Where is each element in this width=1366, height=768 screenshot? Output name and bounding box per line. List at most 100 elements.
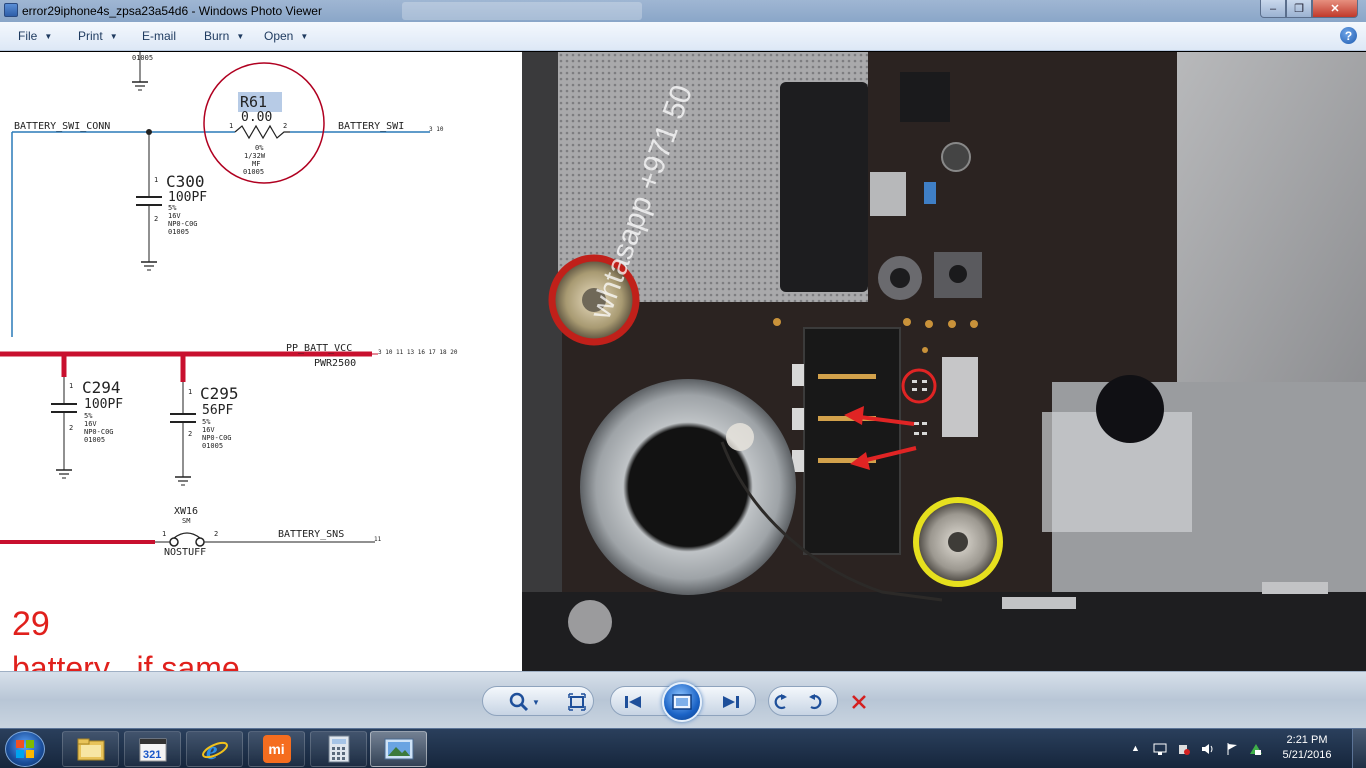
c300-value: 100PF — [168, 190, 208, 205]
actual-size-button[interactable] — [566, 691, 588, 713]
clock-date: 5/21/2016 — [1282, 749, 1332, 761]
show-hidden-icons[interactable]: ▲ — [1131, 743, 1145, 757]
board-photo: whtasapp +971 50 — [522, 52, 1366, 671]
r61-spec-tolerance: 0% — [255, 144, 264, 152]
clock-time: 2:21 PM — [1286, 734, 1328, 746]
menu-burn[interactable]: Burn ▼ — [204, 29, 244, 43]
media-player-icon: 321 — [139, 738, 166, 762]
zoom-button[interactable] — [508, 691, 530, 713]
minimize-button[interactable]: ‒ — [1260, 0, 1286, 18]
error-number: 29 — [12, 605, 50, 643]
volume-icon[interactable] — [1201, 742, 1215, 756]
viewer-nav-bar: ▼ — [0, 671, 1366, 728]
c294-value: 100PF — [84, 397, 124, 412]
background-window-ghost — [402, 2, 642, 20]
c295-pin2: 2 — [188, 430, 193, 438]
r61-spec-package: 01005 — [243, 168, 265, 176]
menu-open[interactable]: Open ▼ — [264, 29, 308, 43]
help-icon[interactable]: ? — [1340, 27, 1357, 44]
c300-spec-package: 01005 — [168, 228, 190, 236]
rotate-counterclockwise-button[interactable] — [770, 691, 792, 713]
c300-name: C300 — [166, 172, 205, 191]
taskbar-media-player[interactable]: 321 — [124, 731, 181, 767]
previous-button[interactable] — [622, 691, 644, 713]
magnifier-icon — [509, 692, 529, 712]
r61-spec-type: MF — [252, 160, 261, 168]
start-button[interactable] — [5, 731, 45, 767]
c295-spec-voltage: 16V — [202, 426, 215, 434]
chevron-down-icon: ▼ — [44, 31, 53, 41]
network-adapter-icon[interactable] — [1153, 742, 1167, 756]
mi-icon: mi — [262, 735, 291, 763]
schematic-region: 01005 R61 0.00 1 2 0% 1/32W MF 01005 BAT… — [0, 52, 522, 671]
c300-spec-voltage: 16V — [168, 212, 181, 220]
menu-email[interactable]: E-mail — [142, 29, 176, 43]
chevron-down-icon: ▼ — [109, 31, 118, 41]
folder-icon — [77, 738, 104, 761]
c300-pin1: 1 — [154, 176, 159, 184]
internet-explorer-icon: e — [201, 736, 228, 763]
show-desktop-button[interactable] — [1352, 729, 1366, 768]
taskbar-explorer[interactable] — [62, 731, 119, 767]
zoom-dropdown-arrow[interactable]: ▼ — [530, 691, 542, 713]
net-battery-swi-conn: BATTERY_SWI_CONN — [14, 121, 111, 132]
taskbar-mi[interactable]: mi — [248, 731, 305, 767]
r61-spec-power: 1/32W — [244, 152, 266, 160]
r61-name: R61 — [240, 93, 268, 111]
error-caption: battery , if same — [12, 650, 240, 671]
net-pp-batt-vcc: PP_BATT_VCC — [286, 343, 353, 354]
menu-file[interactable]: File ▼ — [18, 29, 52, 43]
xw16-pin2: 2 — [214, 530, 219, 538]
taskbar-calculator[interactable] — [310, 731, 367, 767]
safely-remove-hardware-icon[interactable] — [1177, 742, 1191, 756]
xw16-note: NOSTUFF — [164, 547, 207, 558]
close-button[interactable]: ✕ — [1312, 0, 1358, 18]
title-bar[interactable]: error29iphone4s_zpsa23a54d6 - Windows Ph… — [0, 0, 1366, 22]
photo-viewer-app-icon — [4, 3, 18, 17]
c300-spec-tolerance: 5% — [168, 204, 177, 212]
photo-viewer-icon — [384, 738, 413, 760]
c294-name: C294 — [82, 378, 121, 397]
xw16-type: SM — [182, 517, 191, 525]
network-connection-icon[interactable] — [1249, 742, 1263, 756]
c295-spec-package: 01005 — [202, 442, 224, 450]
net-pwr2500: PWR2500 — [314, 358, 357, 369]
next-icon — [723, 696, 739, 708]
c294-spec-voltage: 16V — [84, 420, 97, 428]
taskbar-photo-viewer[interactable] — [370, 731, 427, 767]
svg-text:321: 321 — [143, 749, 161, 761]
taskbar-clock[interactable]: 2:21 PM 5/21/2016 — [1276, 733, 1338, 763]
c294-spec-dielectric: NP0-C0G — [84, 428, 114, 436]
menu-bar: File ▼ Print ▼ E-mail Burn ▼ Open ▼ ? — [0, 22, 1366, 51]
next-button[interactable] — [720, 691, 742, 713]
c300-spec-dielectric: NP0-C0G — [168, 220, 198, 228]
action-center-flag-icon[interactable] — [1225, 742, 1239, 756]
image-canvas[interactable]: 01005 R61 0.00 1 2 0% 1/32W MF 01005 BAT… — [0, 52, 1366, 671]
delete-x-icon — [852, 695, 866, 709]
net-pp-batt-vcc-refs: 3 10 11 13 16 17 18 20 — [378, 349, 458, 356]
rotate-clockwise-button[interactable] — [804, 691, 826, 713]
chevron-down-icon: ▼ — [236, 31, 245, 41]
actual-size-icon — [568, 693, 586, 711]
net-battery-swi: BATTERY_SWI — [338, 121, 405, 132]
windows-logo-icon — [16, 740, 34, 758]
top-partno: 01005 — [132, 54, 154, 62]
c295-spec-dielectric: NP0-C0G — [202, 434, 232, 442]
delete-button[interactable] — [848, 691, 870, 713]
net-battery-sns: BATTERY_SNS — [278, 529, 345, 540]
net-battery-swi-refs: 3 10 — [429, 126, 444, 133]
c294-pin1: 1 — [69, 382, 74, 390]
slideshow-button[interactable] — [662, 682, 702, 722]
previous-icon — [625, 696, 641, 708]
xw16-name: XW16 — [174, 506, 199, 517]
r61-value: 0.00 — [241, 110, 273, 125]
c295-spec-tolerance: 5% — [202, 418, 211, 426]
r61-pin2: 2 — [283, 122, 288, 130]
slideshow-icon — [672, 694, 692, 710]
taskbar-internet-explorer[interactable]: e — [186, 731, 243, 767]
maximize-button[interactable]: ❐ — [1286, 0, 1312, 18]
menu-print[interactable]: Print ▼ — [78, 29, 118, 43]
c294-spec-package: 01005 — [84, 436, 106, 444]
c294-pin2: 2 — [69, 424, 74, 432]
r61-pin1: 1 — [229, 122, 234, 130]
